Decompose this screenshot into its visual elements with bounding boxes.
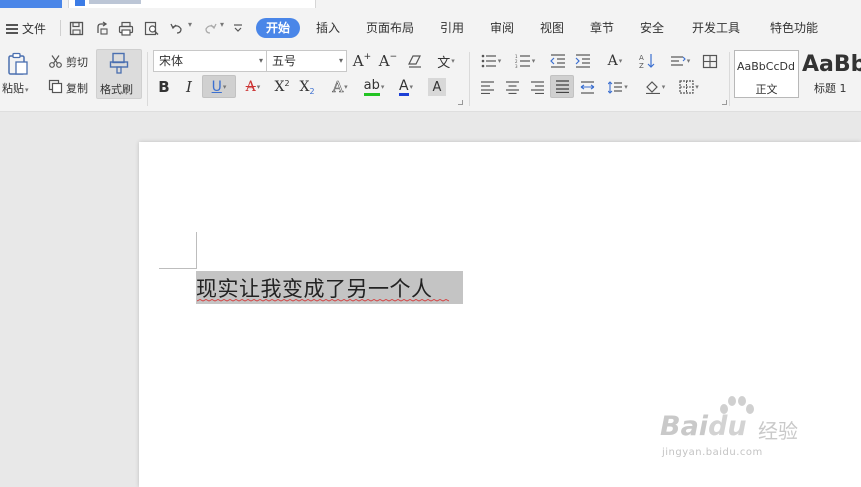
text-direction-icon[interactable]: A ▾ (600, 51, 630, 71)
watermark-cn: 经验 (758, 419, 798, 443)
svg-text:Z: Z (639, 62, 644, 69)
spellcheck-underline (197, 299, 449, 302)
italic-icon[interactable]: I (180, 77, 198, 97)
bold-icon[interactable]: B (155, 77, 173, 97)
tab-chapter[interactable]: 章节 (590, 18, 614, 38)
font-size-value: 五号 (272, 54, 297, 68)
superscript-icon[interactable]: X2 (272, 77, 292, 97)
font-dialog-launcher-icon[interactable] (458, 100, 463, 105)
character-shading-icon[interactable]: A (428, 78, 446, 96)
customize-toolbar-icon[interactable] (228, 18, 248, 38)
paragraph-dialog-launcher-icon[interactable] (722, 100, 727, 105)
tab-references[interactable]: 引用 (440, 18, 464, 38)
app-tab-strip[interactable] (0, 0, 62, 8)
redo-icon[interactable] (200, 18, 220, 38)
margin-marker-vertical (196, 232, 197, 269)
subscript-icon[interactable]: X2 (297, 77, 317, 97)
tab-developer[interactable]: 开发工具 (692, 18, 740, 38)
style-heading-1[interactable]: AaBb 标题 1 (800, 50, 861, 98)
decrease-indent-icon[interactable] (548, 51, 568, 71)
chevron-down-icon: ▾ (258, 56, 263, 65)
numbering-icon[interactable]: 1 2 3 ▾ (510, 51, 540, 71)
font-name-value: 宋体 (159, 54, 184, 68)
format-painter-label: 格式刷 (100, 83, 133, 96)
paste-button[interactable]: 粘贴▾ (2, 80, 29, 96)
cut-button[interactable]: 剪切 (66, 54, 88, 70)
tab-features[interactable]: 特色功能 (770, 18, 818, 38)
strikethrough-icon[interactable]: A ▾ (240, 77, 266, 97)
menu-bar: 文件 ▾ ▾ 开始 插入 页面布局 引用 审阅 视图 章节 安全 开发工具 特色… (0, 8, 861, 48)
underline-button[interactable]: U ▾ (202, 75, 236, 98)
tab-insert[interactable]: 插入 (316, 18, 340, 38)
copy-button[interactable]: 复制 (66, 80, 88, 96)
undo-dropdown-icon[interactable]: ▾ (188, 20, 192, 29)
title-bar (0, 0, 861, 8)
font-color-icon[interactable]: A ▾ (393, 76, 419, 98)
grow-font-icon[interactable]: A + (352, 51, 372, 71)
font-size-select[interactable]: 五号 ▾ (266, 50, 347, 72)
cut-icon[interactable] (46, 52, 64, 70)
output-icon[interactable] (92, 18, 112, 38)
style-normal[interactable]: AaBbCcDd 正文 (734, 50, 799, 98)
chevron-down-icon: ▾ (338, 56, 343, 65)
menu-icon (6, 23, 18, 34)
increase-indent-icon[interactable] (573, 51, 593, 71)
divider (469, 52, 470, 106)
style-normal-label: 正文 (755, 83, 778, 96)
tab-review[interactable]: 审阅 (490, 18, 514, 38)
borders-icon[interactable]: ▾ (674, 77, 704, 97)
file-menu-button[interactable]: 文件 (6, 20, 46, 37)
watermark-brand: Baidu (660, 411, 747, 442)
save-icon[interactable] (66, 18, 86, 38)
tab-view[interactable]: 视图 (540, 18, 564, 38)
tab-page-layout[interactable]: 页面布局 (366, 18, 414, 38)
svg-text:3: 3 (515, 64, 518, 68)
print-preview-icon[interactable] (142, 18, 162, 38)
divider (729, 52, 730, 106)
align-right-icon[interactable] (528, 77, 546, 97)
paste-label: 粘贴 (2, 82, 24, 95)
paste-icon[interactable] (4, 50, 32, 78)
align-center-icon[interactable] (503, 77, 521, 97)
style-heading-preview: AaBb (802, 52, 861, 77)
shrink-font-icon[interactable]: A − (378, 51, 398, 71)
style-heading-label: 标题 1 (814, 82, 847, 95)
underline-icon: U (211, 78, 222, 95)
print-icon[interactable] (116, 18, 136, 38)
divider (60, 20, 61, 36)
redo-dropdown-icon[interactable]: ▾ (220, 20, 224, 29)
underline-dropdown-icon: ▾ (222, 82, 227, 91)
file-menu-label: 文件 (22, 22, 47, 36)
baidu-watermark: Baidu 经验 jingyan.baidu.com (660, 395, 820, 465)
sort-icon[interactable]: AZ (636, 51, 658, 71)
format-painter-icon (108, 51, 130, 75)
font-name-select[interactable]: 宋体 ▾ (153, 50, 267, 72)
document-tab[interactable] (68, 0, 316, 8)
phonetic-guide-icon[interactable]: 文 ▾ (431, 50, 461, 72)
show-hide-marks-icon[interactable]: ▾ (665, 51, 695, 71)
clear-formatting-icon[interactable] (405, 51, 425, 71)
copy-icon[interactable] (46, 77, 64, 95)
margin-marker-horizontal (159, 268, 196, 269)
justify-icon[interactable] (550, 75, 574, 98)
tab-security[interactable]: 安全 (640, 18, 664, 38)
align-left-icon[interactable] (478, 77, 496, 97)
line-spacing-icon[interactable]: ▾ (603, 77, 633, 97)
divider (147, 52, 148, 106)
style-normal-preview: AaBbCcDd (737, 60, 795, 73)
document-tab-title (89, 0, 141, 4)
document-icon (75, 0, 85, 6)
undo-icon[interactable] (166, 18, 186, 38)
shading-icon[interactable]: ▾ (640, 77, 670, 97)
ribbon-toolbar: 粘贴▾ 剪切 复制 格式刷 宋体 ▾ 五号 ▾ A + A − 文 ▾ B I U ▾ … (0, 48, 861, 112)
paste-dropdown-icon: ▾ (25, 86, 29, 94)
table-layout-icon[interactable] (700, 51, 720, 71)
highlight-color-icon[interactable]: ab ▾ (359, 76, 389, 98)
bullets-icon[interactable]: ▾ (476, 51, 506, 71)
tab-home[interactable]: 开始 (256, 18, 301, 38)
svg-text:A: A (639, 54, 644, 62)
text-effect-icon[interactable]: A ▾ (326, 77, 354, 97)
watermark-url: jingyan.baidu.com (662, 447, 763, 458)
distributed-align-icon[interactable] (578, 77, 596, 97)
